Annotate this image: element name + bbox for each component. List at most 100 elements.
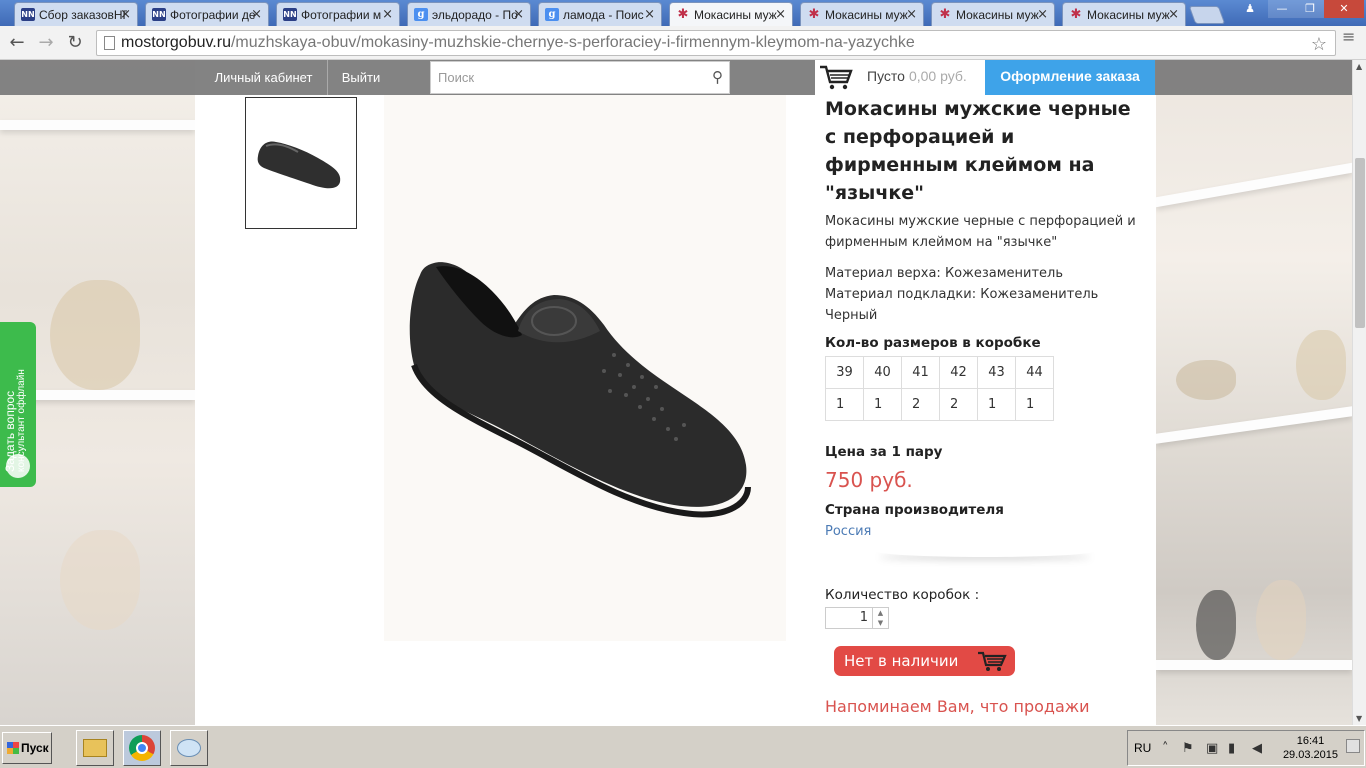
wholesale-notice: Напоминаем Вам, что продажи осуществляют… <box>825 697 1110 725</box>
tab-close-icon[interactable]: × <box>120 7 131 22</box>
attr-upper-material: Материал верха: Кожезаменитель <box>825 266 1064 281</box>
clock-time: 16:41 <box>1296 735 1325 747</box>
product-attributes: Материал верха: Кожезаменитель Материал … <box>825 263 1145 326</box>
show-hidden-icons[interactable]: ˄ <box>1162 741 1169 756</box>
start-button[interactable]: Пуск <box>2 732 52 764</box>
product-details: Мокасины мужские черные с перфорацией и … <box>825 95 1145 725</box>
stepper-arrows[interactable]: ▲ ▼ <box>872 608 888 628</box>
mini-cart[interactable]: Пусто 0,00 руб. <box>815 60 985 95</box>
background-store-right <box>1156 60 1352 725</box>
browser-tab[interactable]: ✱ Мокасины муж × <box>669 2 793 26</box>
tab-close-icon[interactable]: × <box>513 7 524 22</box>
browser-tab[interactable]: ✱ Мокасины муж × <box>931 2 1055 26</box>
browser-tab[interactable]: NN Фотографии де × <box>145 2 269 26</box>
size-cell: 42 <box>939 356 978 389</box>
star-favicon-icon: ✱ <box>1070 7 1082 22</box>
browser-tab[interactable]: NN Фотографии м × <box>276 2 400 26</box>
size-qty-cell: 2 <box>939 388 978 421</box>
close-window-button[interactable]: ✕ <box>1324 0 1364 18</box>
paint-icon[interactable] <box>170 730 208 766</box>
out-of-stock-button[interactable]: Нет в наличии <box>834 646 1015 676</box>
nn-site-icon: NN <box>152 8 166 21</box>
logout-link[interactable]: Выйти <box>328 60 394 95</box>
product-thumbnail[interactable] <box>245 97 357 229</box>
google-icon: g <box>545 8 559 21</box>
tab-close-icon[interactable]: × <box>1168 7 1179 22</box>
browser-tab[interactable]: NN Сбор заказовНГ × <box>14 2 138 26</box>
tab-label: Фотографии де <box>170 8 256 22</box>
device-icon[interactable]: ▣ <box>1206 741 1218 756</box>
show-desktop-button[interactable] <box>1346 739 1360 753</box>
google-icon: g <box>414 8 428 21</box>
browser-tab[interactable]: g эльдорадо - По × <box>407 2 531 26</box>
tab-label: эльдорадо - По <box>432 8 518 22</box>
account-link[interactable]: Личный кабинет <box>200 60 328 95</box>
file-manager-icon[interactable] <box>76 730 114 766</box>
tab-label: Мокасины муж <box>825 8 908 22</box>
tab-label: ламода - Поис <box>563 8 644 22</box>
reload-icon[interactable]: ↻ <box>64 32 86 54</box>
nn-site-icon: NN <box>283 8 297 21</box>
bookmark-star-icon[interactable]: ☆ <box>1311 32 1327 55</box>
network-signal-icon[interactable]: ▮ <box>1228 741 1235 756</box>
size-cell: 43 <box>977 356 1016 389</box>
tab-close-icon[interactable]: × <box>251 7 262 22</box>
nn-site-icon: NN <box>21 8 35 21</box>
browser-tab[interactable]: ✱ Мокасины муж × <box>800 2 924 26</box>
star-favicon-icon: ✱ <box>808 7 820 22</box>
language-indicator[interactable]: RU <box>1134 741 1151 755</box>
user-icon[interactable]: ♟ <box>1236 0 1264 18</box>
cart-status: Пусто <box>867 68 905 84</box>
browser-menu-icon[interactable]: ≡ <box>1342 29 1358 45</box>
restore-button[interactable]: ❐ <box>1296 0 1324 18</box>
quantity-stepper[interactable]: 1 ▲ ▼ <box>825 607 889 629</box>
tab-label: Мокасины муж <box>694 8 777 22</box>
search-icon[interactable]: ⚲ <box>712 62 723 93</box>
windows-logo-icon <box>7 742 19 754</box>
scroll-up-icon[interactable]: ▲ <box>1356 62 1362 71</box>
country-link[interactable]: Россия <box>825 524 1145 539</box>
back-icon[interactable]: ← <box>6 32 28 54</box>
tab-close-icon[interactable]: × <box>644 7 655 22</box>
tab-label: Мокасины муж <box>1087 8 1170 22</box>
browser-tab[interactable]: ✱ Мокасины муж × <box>1062 2 1186 26</box>
ask-question-widget[interactable]: Задать вопрос консультант оффлайн <box>0 322 36 487</box>
new-tab-button[interactable] <box>1188 6 1226 24</box>
attr-lining-material: Материал подкладки: Кожезаменитель <box>825 287 1099 302</box>
page-scrollbar[interactable]: ▲ ▼ <box>1352 60 1366 725</box>
tab-close-icon[interactable]: × <box>775 7 786 22</box>
checkout-button[interactable]: Оформление заказа <box>985 60 1155 95</box>
product-main-image[interactable] <box>384 95 786 641</box>
tab-close-icon[interactable]: × <box>382 7 393 22</box>
clock[interactable]: 16:41 29.03.2015 <box>1283 734 1338 762</box>
forward-icon[interactable]: → <box>35 32 57 54</box>
tab-label: Мокасины муж <box>956 8 1039 22</box>
action-center-flag-icon[interactable]: ⚑ <box>1182 741 1194 756</box>
divider <box>875 545 1095 557</box>
chrome-icon[interactable] <box>123 730 161 766</box>
page-content: Мокасины мужские черные с перфорацией и … <box>195 60 1156 725</box>
size-qty-cell: 1 <box>977 388 1016 421</box>
product-title: Мокасины мужские черные с перфорацией и … <box>825 98 1131 204</box>
country-label: Страна производителя <box>825 502 1004 518</box>
tab-label: Фотографии м <box>301 8 382 22</box>
size-cell: 41 <box>901 356 940 389</box>
page-viewport: Мокасины мужские черные с перфорацией и … <box>0 60 1366 725</box>
site-search-input[interactable]: Поиск ⚲ <box>430 61 730 94</box>
volume-icon[interactable]: ◀ <box>1252 741 1262 756</box>
clock-date: 29.03.2015 <box>1282 749 1338 761</box>
tab-close-icon[interactable]: × <box>1037 7 1048 22</box>
quantity-value: 1 <box>859 610 868 625</box>
size-qty-cell: 1 <box>825 388 864 421</box>
scrollbar-thumb[interactable] <box>1355 158 1365 328</box>
minimize-button[interactable]: — <box>1268 0 1296 18</box>
tab-close-icon[interactable]: × <box>906 7 917 22</box>
scroll-down-icon[interactable]: ▼ <box>1356 714 1362 723</box>
star-favicon-icon: ✱ <box>677 7 689 22</box>
product-price: 750 руб. <box>825 468 913 492</box>
cart-icon <box>978 651 1007 671</box>
system-tray: RU ˄ ⚑ ▣ ▮ ◀ 16:41 29.03.2015 <box>1127 730 1365 766</box>
browser-tab[interactable]: g ламода - Поис × <box>538 2 662 26</box>
address-bar[interactable]: mostorgobuv.ru/muzhskaya-obuv/mokasiny-m… <box>96 30 1336 56</box>
os-taskbar: Пуск RU ˄ ⚑ ▣ ▮ ◀ 16:41 29.03.2015 <box>0 725 1366 768</box>
